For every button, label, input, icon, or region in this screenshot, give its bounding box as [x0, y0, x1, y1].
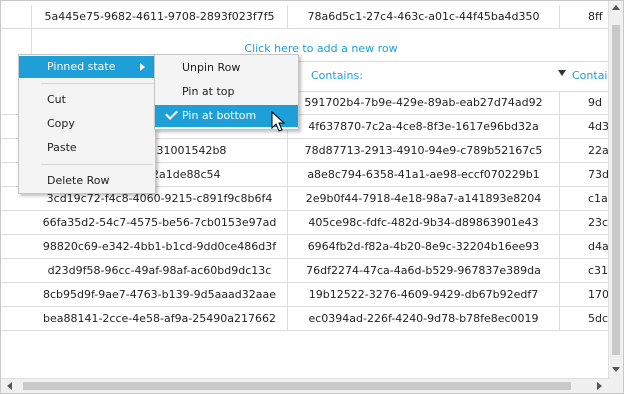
cell-c2[interactable]: 591702b4-7b9e-429e-89ab-eab27d74ad92 [288, 91, 560, 114]
cell-col1[interactable]: 5a445e75-9682-4611-9708-2893f023f7f5 [32, 5, 288, 28]
menu-item-delete-row[interactable]: Delete Row [19, 170, 155, 192]
cell-c3[interactable]: 73d [560, 163, 610, 186]
cell-c2[interactable]: 2e9b0f44-7918-4e18-98a7-a141893e8204 [288, 187, 560, 210]
cell-c2[interactable]: 76df2274-47ca-4a6d-b529-967837e389da [288, 259, 560, 282]
scroll-up-icon[interactable] [612, 5, 620, 10]
cell-c1[interactable]: d23d9f58-96cc-49af-98af-ac60bd9dc13c [32, 259, 288, 282]
cell-col3[interactable]: 8ff [560, 5, 610, 28]
cell-c2[interactable]: 78d87713-2913-4910-94e9-c789b52167c5 [288, 139, 560, 162]
submenu-arrow-icon [140, 63, 145, 71]
cell-c1[interactable]: bea88141-2cce-4e58-af9a-25490a217662 [32, 307, 288, 330]
menu-item-pinned-state[interactable]: Pinned state [19, 56, 155, 78]
cell-c1[interactable]: 98820c69-e342-4bb1-b1cd-9dd0ce486d3f [32, 235, 288, 258]
cell-c3[interactable]: 23c [560, 211, 610, 234]
menu-separator [41, 83, 153, 84]
context-menu: Pinned state Cut Copy Paste Delete Row [18, 54, 156, 194]
cell-c2[interactable]: ec0394ad-226f-4240-9d78-b78fe8ec0019 [288, 307, 560, 330]
filter-col3-label[interactable]: Contai [572, 69, 608, 82]
cell-c3[interactable]: c31 [560, 259, 610, 282]
menu-item-cut[interactable]: Cut [19, 89, 155, 111]
cell-c3[interactable]: 22a [560, 139, 610, 162]
cell-c3[interactable]: 5dc [560, 307, 610, 330]
filter-funnel-icon[interactable] [558, 70, 566, 76]
mouse-cursor-icon [271, 111, 286, 132]
scroll-down-icon[interactable] [612, 367, 620, 372]
scroll-left-icon[interactable] [7, 382, 12, 390]
checkmark-icon [165, 107, 178, 120]
menu-separator [41, 164, 153, 165]
cell-c3[interactable]: 170 [560, 283, 610, 306]
menu-item-unpin-row[interactable]: Unpin Row [155, 57, 298, 79]
cell-c3[interactable]: d4a [560, 235, 610, 258]
cell-col2[interactable]: 78a6d5c1-27c4-463c-a01c-44f45ba4d350 [288, 5, 560, 28]
vertical-scroll-thumb[interactable] [612, 25, 620, 355]
table-row[interactable]: 98820c69-e342-4bb1-b1cd-9dd0ce486d3f 6964… [2, 235, 610, 259]
cell-c2[interactable]: 6964fb2d-f82a-4b20-8e9c-32204b16ee93 [288, 235, 560, 258]
cell-c1[interactable]: 66fa35d2-54c7-4575-be56-7cb0153e97ad [32, 211, 288, 234]
cell-c3[interactable]: c1a [560, 187, 610, 210]
cell-c2[interactable]: 19b12522-3276-4609-9429-db67b92edf7 [288, 283, 560, 306]
menu-item-label: Pin at bottom [182, 109, 257, 122]
table-row[interactable]: 66fa35d2-54c7-4575-be56-7cb0153e97ad 405c… [2, 211, 610, 235]
cell-c2[interactable]: 405ce98c-fdfc-482d-9b34-d89863901e43 [288, 211, 560, 234]
horizontal-scrollbar[interactable] [1, 378, 611, 393]
horizontal-scroll-thumb[interactable] [23, 382, 571, 390]
vertical-scrollbar[interactable] [608, 1, 623, 381]
menu-item-pin-at-top[interactable]: Pin at top [155, 81, 298, 103]
cell-c3[interactable]: 9d [560, 91, 610, 114]
pinned-table-row[interactable]: 5a445e75-9682-4611-9708-2893f023f7f5 78a… [2, 5, 610, 29]
table-row[interactable]: 8cb95d9f-9ae7-4763-b139-9d5aaad32aae 19b1… [2, 283, 610, 307]
table-row[interactable]: d23d9f58-96cc-49af-98af-ac60bd9dc13c 76df… [2, 259, 610, 283]
menu-item-paste[interactable]: Paste [19, 137, 155, 159]
filter-col2-label[interactable]: Contains: [311, 69, 363, 82]
cell-c2[interactable]: 4f637870-7c2a-4ce8-8f3e-1617e96bd32a [288, 115, 560, 138]
scroll-right-icon[interactable] [597, 382, 602, 390]
scrollbar-corner [609, 379, 623, 393]
menu-item-label: Pinned state [47, 60, 116, 73]
cell-c3[interactable]: 4d3 [560, 115, 610, 138]
cell-c1[interactable]: 8cb95d9f-9ae7-4763-b139-9d5aaad32aae [32, 283, 288, 306]
menu-item-copy[interactable]: Copy [19, 113, 155, 135]
cell-c2[interactable]: a8e8c794-6358-41a1-ae98-eccf070229b1 [288, 163, 560, 186]
table-row[interactable]: bea88141-2cce-4e58-af9a-25490a217662 ec03… [2, 307, 610, 331]
